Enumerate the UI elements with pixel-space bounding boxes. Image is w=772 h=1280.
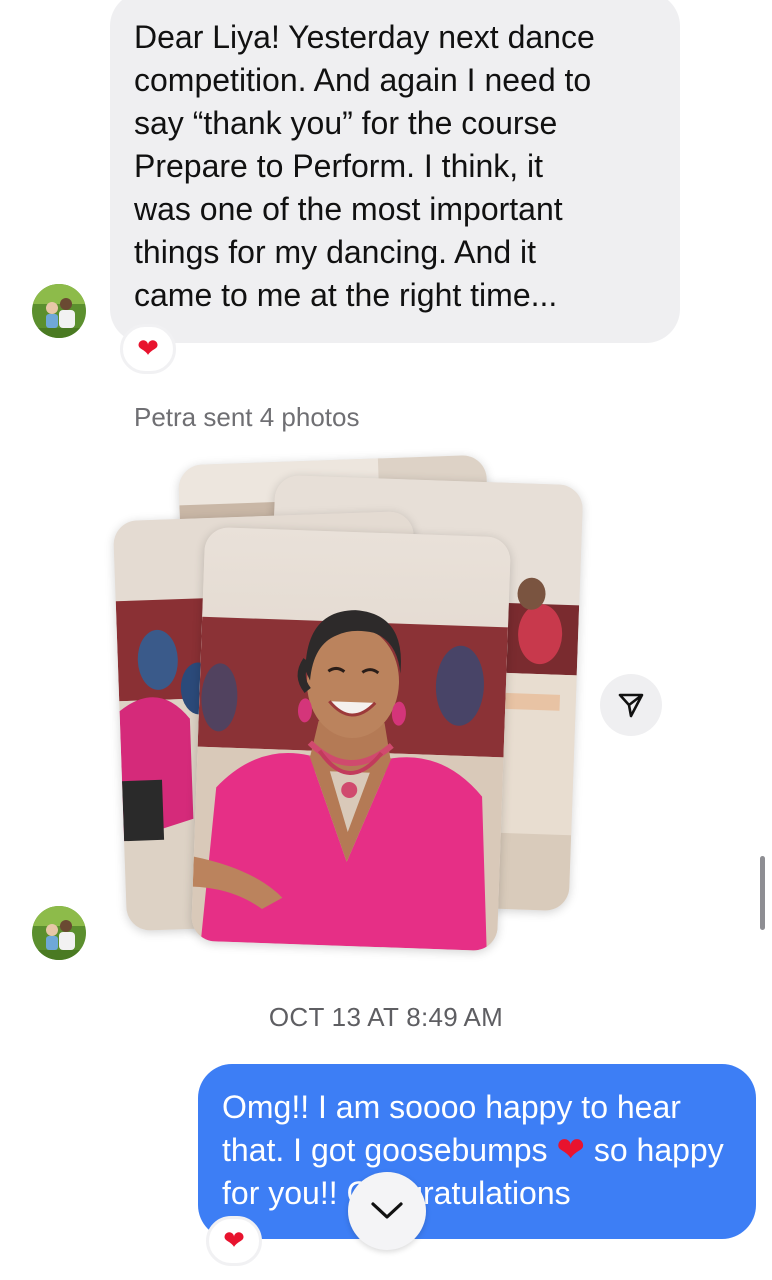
share-photos-button[interactable] <box>600 674 662 736</box>
scroll-to-bottom-button[interactable] <box>348 1172 426 1250</box>
incoming-message-bubble[interactable]: Dear Liya! Yesterday next dance competit… <box>110 0 680 343</box>
message-timestamp: OCT 13 AT 8:49 AM <box>268 1002 504 1032</box>
red-heart-emoji: ❤ <box>556 1130 585 1170</box>
send-paper-plane-icon <box>618 693 644 718</box>
heart-reaction-icon: ❤ <box>223 1226 245 1256</box>
sender-avatar-2[interactable] <box>32 906 86 960</box>
photos-sent-label: Petra sent 4 photos <box>134 402 360 432</box>
photo-stack-card-1[interactable] <box>190 526 512 952</box>
outgoing-message-reaction[interactable]: ❤ <box>206 1216 262 1266</box>
outgoing-message-bubble[interactable]: Omg!! I am soooo happy to hear that. I g… <box>198 1064 756 1239</box>
heart-reaction-icon: ❤ <box>137 334 159 364</box>
chat-thread: Dear Liya! Yesterday next dance competit… <box>0 0 772 1280</box>
sender-avatar[interactable] <box>32 284 86 338</box>
scrollbar-thumb[interactable] <box>760 856 765 930</box>
chevron-down-icon <box>371 1202 403 1219</box>
incoming-message-reaction[interactable]: ❤ <box>120 324 176 374</box>
